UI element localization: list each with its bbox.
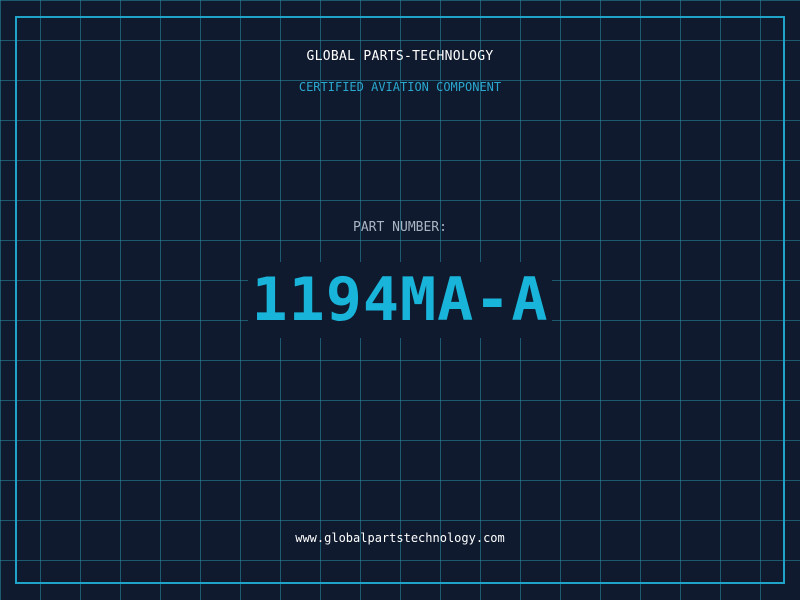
certification-tagline: CERTIFIED AVIATION COMPONENT [298, 80, 502, 94]
part-number-label: PART NUMBER: [353, 220, 447, 235]
blueprint-background: { "header": { "company": "GLOBAL PARTS-T… [0, 0, 800, 600]
website-url: www.globalpartstechnology.com [295, 531, 505, 545]
part-number-container: 1194MA-A [0, 262, 800, 338]
company-name: GLOBAL PARTS-TECHNOLOGY [306, 49, 494, 64]
part-number-value: 1194MA-A [247, 262, 553, 338]
